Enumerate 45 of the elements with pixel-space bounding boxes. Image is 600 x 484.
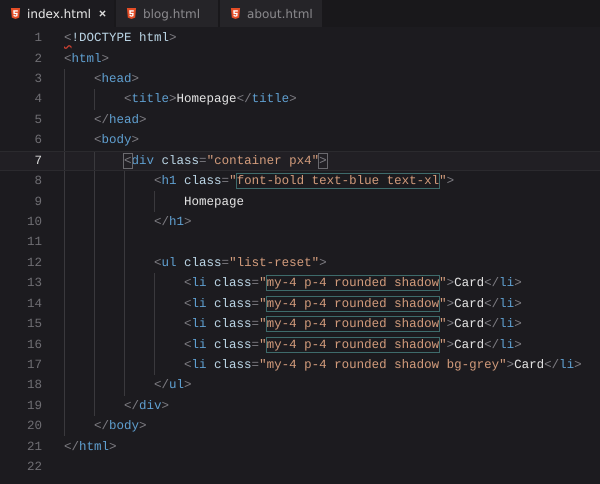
code-line: <head> (94, 72, 140, 86)
code-line: <html> (64, 52, 110, 66)
tab[interactable]: index.html (0, 0, 114, 27)
code-line: <title>Homepage</title> (124, 92, 297, 106)
line-number: 9 (33, 194, 42, 209)
line-number: 16 (26, 338, 42, 352)
code-line: <!DOCTYPE html> (64, 31, 177, 46)
line-number: 19 (26, 398, 42, 413)
code-line: <div class="container px4"> (124, 154, 327, 168)
code-line: <li class="my-4 p-4 rounded shadow">Card</li> (184, 276, 522, 290)
code-line: Homepage (184, 194, 244, 209)
line-number: 2 (33, 52, 42, 66)
code-line: </h1> (154, 215, 192, 229)
code-line: <body> (94, 133, 140, 148)
line-number: 17 (26, 358, 42, 372)
code-line: <li class="my-4 p-4 rounded shadow">Card</li> (184, 296, 522, 311)
line-number: 13 (26, 276, 42, 290)
line-number: 5 (33, 112, 42, 127)
line-number: 18 (26, 378, 42, 392)
line-number: 7 (33, 154, 42, 168)
line-number: 4 (33, 92, 42, 106)
code-line: <h1 class="font-bold text-blue text-xl"> (154, 174, 454, 188)
code-line: </ul> (154, 378, 192, 392)
line-number: 10 (26, 215, 42, 229)
code-line: <ul class="list-reset"> (154, 256, 327, 270)
line-number: 14 (26, 296, 42, 311)
line-number: 8 (33, 174, 42, 188)
line-number: 11 (26, 235, 42, 250)
line-number: 20 (26, 419, 42, 434)
code-line: </body> (94, 419, 147, 434)
line-number: 12 (26, 256, 42, 270)
line-number: 6 (33, 133, 42, 148)
tab[interactable]: blog.html (116, 0, 218, 27)
line-number: 1 (33, 31, 42, 46)
line-number: 15 (26, 317, 42, 332)
code-line: <li class="my-4 p-4 rounded shadow">Card</li> (184, 317, 522, 332)
code-line: <li class="my-4 p-4 rounded shadow bg-grey">Card</li> (184, 358, 582, 372)
line-number: 21 (26, 440, 42, 454)
code-line: </html> (64, 440, 117, 454)
code-line: </div> (124, 398, 170, 413)
code-line: </head> (94, 112, 147, 127)
line-number: 22 (26, 460, 42, 474)
tab[interactable]: about.html (220, 0, 322, 27)
line-number: 3 (33, 72, 42, 86)
code-line: <li class="my-4 p-4 rounded shadow">Card</li> (184, 338, 522, 352)
